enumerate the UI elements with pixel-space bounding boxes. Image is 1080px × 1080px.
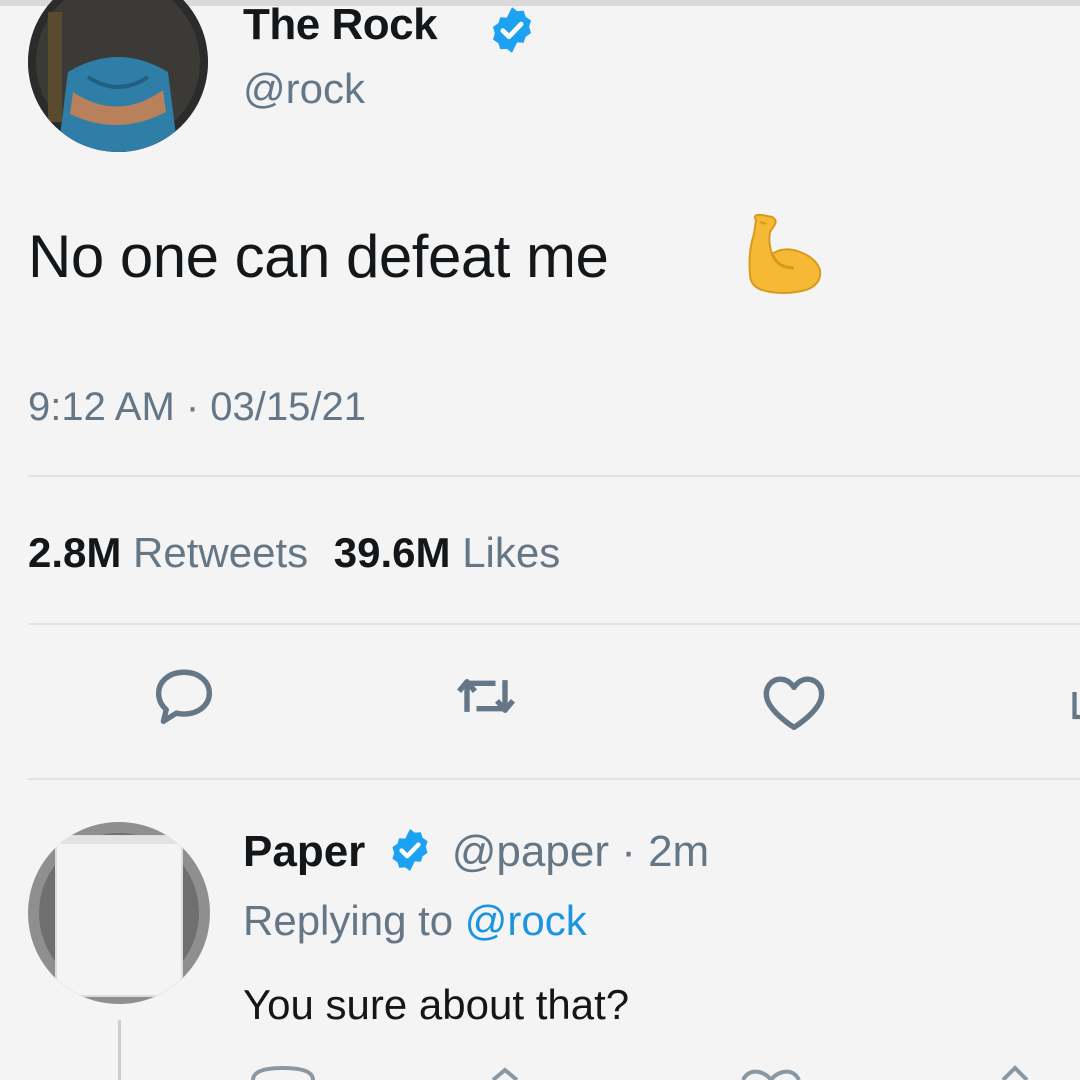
thread-line	[118, 1020, 121, 1080]
reply-avatar[interactable]	[28, 822, 210, 1004]
divider	[28, 778, 1080, 780]
verified-badge-icon	[391, 829, 428, 871]
handle[interactable]: @rock	[243, 64, 365, 114]
like-icon	[741, 1069, 801, 1080]
avatar-image	[28, 822, 210, 1004]
reply-action-bar	[251, 1065, 1029, 1080]
divider	[28, 475, 1080, 477]
tweet-text: No one can defeat me	[28, 223, 609, 290]
display-name[interactable]: The Rock	[243, 0, 438, 50]
reply-handle[interactable]: @paper	[452, 827, 609, 876]
reply-icon	[251, 1065, 315, 1080]
replying-to: Replying to @rock	[243, 896, 587, 946]
verified-badge-icon	[492, 7, 532, 53]
reply-age[interactable]: 2m	[648, 827, 709, 876]
retweet-count[interactable]: 2.8M	[28, 529, 121, 576]
reply-separator: ·	[608, 827, 649, 876]
reply-text: You sure about that?	[243, 981, 630, 1028]
replying-prefix: Replying to	[243, 897, 465, 944]
reply-header: Paper @paper · 2m	[243, 826, 709, 877]
like-icon[interactable]	[756, 664, 832, 740]
retweet-icon	[491, 1067, 519, 1080]
retweets-label[interactable]: Retweets	[133, 529, 308, 576]
replying-to-mention[interactable]: @rock	[465, 897, 587, 944]
share-icon[interactable]	[1062, 672, 1080, 732]
reply-display-name[interactable]: Paper	[243, 827, 365, 876]
likes-label[interactable]: Likes	[462, 529, 560, 576]
tweet-screenshot: The Rock @rock No one can defeat me 9:12…	[0, 0, 1080, 1080]
retweet-icon[interactable]	[448, 658, 524, 734]
flexed-biceps-icon	[748, 213, 822, 294]
avatar[interactable]	[28, 0, 208, 152]
share-icon	[1001, 1065, 1029, 1080]
reply-icon[interactable]	[146, 658, 222, 734]
avatar-image	[28, 0, 208, 152]
like-count[interactable]: 39.6M	[334, 529, 451, 576]
divider	[28, 623, 1080, 625]
tweet-stats: 2.8M Retweets 39.6M Likes	[28, 528, 560, 578]
tweet-timestamp[interactable]: 9:12 AM · 03/15/21	[28, 382, 366, 432]
